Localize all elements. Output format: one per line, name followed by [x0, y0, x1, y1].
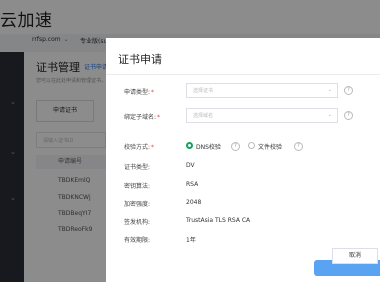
apply-type-select[interactable]: 选择证书 ⌄ [186, 83, 338, 98]
bind-domain-select[interactable]: 选择域名 ⌄ [186, 108, 338, 123]
strength-label: 加密强度: [124, 201, 151, 208]
algorithm-label: 密钥算法: [124, 183, 151, 190]
help-icon[interactable]: ? [294, 142, 303, 151]
issuer-label: 签发机构: [124, 219, 151, 226]
help-icon[interactable]: ? [231, 142, 240, 151]
cert-type-value: DV [186, 162, 195, 169]
cert-apply-modal: 证书申请 申请类型:* 选择证书 ⌄ ? 绑定子域名:* 选择域名 ⌄ ? 校验… [106, 38, 380, 282]
cancel-button[interactable]: 取消 [332, 248, 378, 264]
modal-title: 证书申请 [118, 53, 162, 66]
required-mark: * [157, 114, 161, 121]
required-mark: * [151, 89, 155, 96]
strength-value: 2048 [186, 199, 202, 206]
issuer-value: TrustAsia TLS RSA CA [186, 217, 251, 224]
help-icon[interactable]: ? [344, 86, 353, 95]
required-mark: * [151, 144, 155, 151]
verify-method-label: 校验方式:* [124, 144, 155, 151]
radio-dns-verify[interactable] [186, 142, 193, 149]
bind-domain-label: 绑定子域名:* [124, 114, 161, 121]
validity-value: 1年 [186, 237, 196, 244]
radio-dns-label[interactable]: DNS校验 [196, 142, 221, 151]
modal-divider [106, 74, 380, 75]
chevron-down-icon: ⌄ [327, 87, 332, 93]
apply-type-placeholder: 选择证书 [193, 88, 214, 94]
cert-type-label: 证书类型: [124, 164, 151, 171]
radio-file-label[interactable]: 文件校验 [258, 142, 282, 151]
validity-label: 有效期限: [124, 237, 151, 244]
chevron-down-icon: ⌄ [327, 112, 332, 118]
radio-file-verify[interactable] [248, 142, 255, 149]
algorithm-value: RSA [186, 181, 199, 188]
bind-domain-placeholder: 选择域名 [193, 113, 214, 119]
apply-type-label: 申请类型:* [124, 89, 155, 96]
help-icon[interactable]: ? [344, 111, 353, 120]
